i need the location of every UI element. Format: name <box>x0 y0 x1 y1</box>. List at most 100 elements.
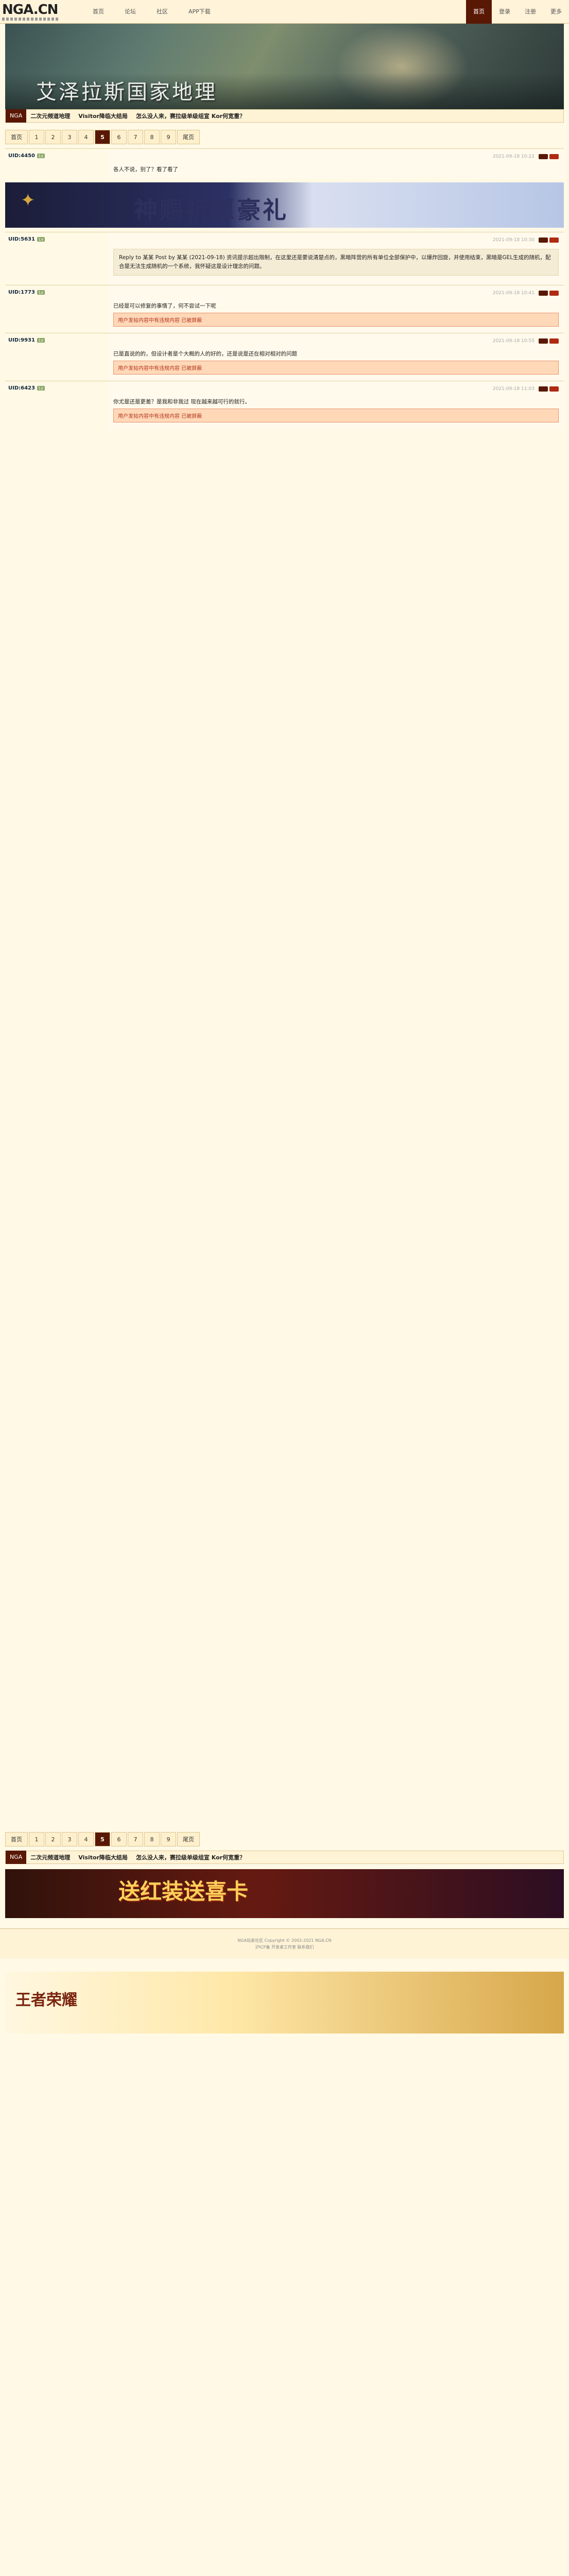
quote-icon[interactable] <box>549 386 559 392</box>
nav-link-community[interactable]: 社区 <box>146 0 178 24</box>
sub-bar-link-2[interactable]: Visitor降临大结局 <box>74 1853 132 1861</box>
pager-5[interactable]: 5 <box>95 1832 110 1846</box>
pager-last[interactable]: 尾页 <box>177 1832 200 1846</box>
post-main: 2021-09-18 10:30 Reply to 某某 Post by 某某 … <box>108 232 564 285</box>
ad-banner-1[interactable]: ✦ 神赐祈愿豪礼 <box>5 182 564 228</box>
quote-icon[interactable] <box>549 338 559 344</box>
sub-bar-link-1[interactable]: 二次元频道地理 <box>26 112 74 120</box>
pager-first[interactable]: 首页 <box>5 1832 28 1846</box>
sub-bar-tag: NGA <box>6 1851 27 1864</box>
ad-game-logo: ✦ <box>21 190 36 211</box>
username[interactable]: UID:6423 <box>8 385 35 391</box>
level-badge: Lv <box>37 290 45 295</box>
blocked-notice: 用户发帖内容中有违规内容 已被屏蔽 <box>113 361 559 375</box>
post-user: UID:6423 Lv <box>5 381 108 429</box>
pager-2[interactable]: 2 <box>45 130 61 144</box>
pager-5[interactable]: 5 <box>95 130 110 144</box>
post-main: 2021-09-18 10:22 各人不说，别了？看了看了 <box>108 149 564 178</box>
post-text: 各人不说，别了？看了看了 <box>113 166 178 173</box>
pager-7[interactable]: 7 <box>128 130 143 144</box>
pager-1[interactable]: 1 <box>29 130 44 144</box>
sub-bar: NGA 二次元频道地理 Visitor降临大结局 怎么没人来，赛拉级单级组宣 K… <box>5 109 564 123</box>
nav-right-login[interactable]: 登录 <box>492 0 518 24</box>
post-date: 2021-09-18 11:03 <box>492 386 534 392</box>
pager-last[interactable]: 尾页 <box>177 130 200 144</box>
post: UID:4450 Lv 2021-09-18 10:22 各人不说，别了？看了看了 <box>5 148 564 178</box>
reply-icon[interactable] <box>539 291 548 296</box>
reply-icon[interactable] <box>539 238 548 243</box>
sub-bar-bottom: NGA 二次元频道地理 Visitor降临大结局 怎么没人来，赛拉级单级组宣 K… <box>5 1851 564 1864</box>
reply-icon[interactable] <box>539 338 548 344</box>
pager-9[interactable]: 9 <box>161 130 176 144</box>
quote-icon[interactable] <box>549 291 559 296</box>
post-text: 你尤是还是更差？是我和非我过 现在越来越可行的就行。 <box>113 399 250 405</box>
pager-9[interactable]: 9 <box>161 1832 176 1846</box>
nav-right: 首页 登录 注册 更多 <box>466 0 569 24</box>
logo-text: NGA.CN <box>2 2 58 18</box>
more-posts-area <box>0 429 569 1825</box>
pager-1[interactable]: 1 <box>29 1832 44 1846</box>
sub-bar-link-1[interactable]: 二次元频道地理 <box>26 1853 74 1861</box>
post: UID:1773 Lv 2021-09-18 10:41 已经是可以修复的事情了，… <box>5 285 564 333</box>
reply-icon[interactable] <box>539 154 548 159</box>
level-badge: Lv <box>37 154 45 158</box>
sub-bar-link-2[interactable]: Visitor降临大结局 <box>74 112 132 120</box>
post: UID:5631 Lv 2021-09-18 10:30 Reply to 某某 … <box>5 232 564 285</box>
nav-links: 首页 论坛 社区 APP下载 <box>82 0 221 24</box>
pager-6[interactable]: 6 <box>111 1832 127 1846</box>
ad-banner-3[interactable]: 王者荣耀 <box>5 1972 564 2033</box>
pager-4[interactable]: 4 <box>78 1832 94 1846</box>
site-logo[interactable]: NGA.CN <box>0 0 77 24</box>
pager-bottom: 首页 1 2 3 4 5 6 7 8 9 尾页 <box>5 1832 564 1846</box>
sub-bar-link-3[interactable]: 怎么没人来，赛拉级单级组宣 Kor何宽重？ <box>132 112 249 120</box>
post-user: UID:5631 Lv <box>5 232 108 285</box>
post-date: 2021-09-18 10:55 <box>492 338 534 344</box>
reply-icon[interactable] <box>539 386 548 392</box>
pager-6[interactable]: 6 <box>111 130 127 144</box>
quote-icon[interactable] <box>549 238 559 243</box>
sub-bar-tag: NGA <box>6 109 27 123</box>
quote-icon[interactable] <box>549 154 559 159</box>
post-main: 2021-09-18 10:55 已是直说的的，但设计者是个大概的人的好的，还是… <box>108 333 564 381</box>
pager-7[interactable]: 7 <box>128 1832 143 1846</box>
username[interactable]: UID:4450 <box>8 153 35 159</box>
post-main: 2021-09-18 10:41 已经是可以修复的事情了，何不尝试一下呢 用户发… <box>108 285 564 333</box>
pager-first[interactable]: 首页 <box>5 130 28 144</box>
ad-banner-2[interactable]: 送红装送喜卡 <box>5 1869 564 1918</box>
top-nav: NGA.CN 首页 论坛 社区 APP下载 首页 登录 注册 更多 <box>0 0 569 24</box>
footer-line-1: NGA玩家社区 Copyright © 2002-2021 NGA.CN <box>237 1938 332 1943</box>
nav-right-register[interactable]: 注册 <box>518 0 543 24</box>
post-user: UID:9931 Lv <box>5 333 108 381</box>
quote-block: Reply to 某某 Post by 某某 (2021-09-18) 资讯提示… <box>113 249 559 276</box>
pager-3[interactable]: 3 <box>62 130 77 144</box>
level-badge: Lv <box>37 338 45 343</box>
post-text: 已是直说的的，但设计者是个大概的人的好的，还是说是还在相对相对的问题 <box>113 351 297 357</box>
nav-right-home[interactable]: 首页 <box>466 0 492 24</box>
pager-8[interactable]: 8 <box>144 1832 160 1846</box>
post-date: 2021-09-18 10:30 <box>492 238 534 243</box>
ad-text-2: 送红装送喜卡 <box>118 1879 249 1904</box>
logo-sub <box>2 17 59 21</box>
ad-text-1: 神赐祈愿豪礼 <box>134 196 288 224</box>
footer-line-2: 沪ICP备 开发者工作室 联系我们 <box>255 1945 314 1950</box>
username[interactable]: UID:5631 <box>8 236 35 242</box>
post-user: UID:4450 Lv <box>5 149 108 178</box>
post-date: 2021-09-18 10:22 <box>492 154 534 159</box>
nav-link-forum[interactable]: 论坛 <box>114 0 146 24</box>
nav-link-home[interactable]: 首页 <box>82 0 114 24</box>
username[interactable]: UID:1773 <box>8 290 35 295</box>
ad-text-3: 王者荣耀 <box>15 1991 77 2009</box>
pager-4[interactable]: 4 <box>78 130 94 144</box>
username[interactable]: UID:9931 <box>8 337 35 343</box>
nav-link-app[interactable]: APP下载 <box>178 0 221 24</box>
post: UID:6423 Lv 2021-09-18 11:03 你尤是还是更差？是我和非… <box>5 381 564 429</box>
blocked-notice: 用户发帖内容中有违规内容 已被屏蔽 <box>113 409 559 422</box>
pager-top: 首页 1 2 3 4 5 6 7 8 9 尾页 <box>5 130 564 144</box>
pager-2[interactable]: 2 <box>45 1832 61 1846</box>
post-text: 已经是可以修复的事情了，何不尝试一下呢 <box>113 303 216 309</box>
quote-text: Reply to 某某 Post by 某某 (2021-09-18) 资讯提示… <box>119 255 551 269</box>
pager-8[interactable]: 8 <box>144 130 160 144</box>
pager-3[interactable]: 3 <box>62 1832 77 1846</box>
sub-bar-link-3[interactable]: 怎么没人来，赛拉级单级组宣 Kor何宽重？ <box>132 1853 249 1861</box>
nav-right-more[interactable]: 更多 <box>543 0 569 24</box>
